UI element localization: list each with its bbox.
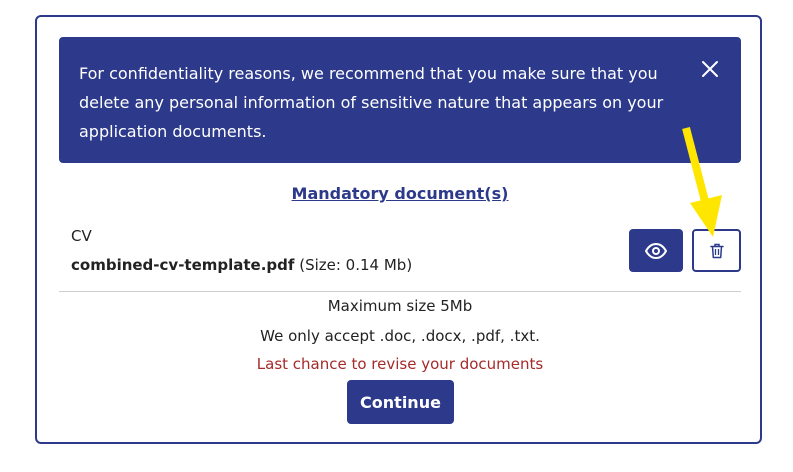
trash-icon (709, 243, 724, 258)
document-size: (Size: 0.14 Mb) (299, 256, 413, 274)
document-divider (59, 291, 741, 292)
view-document-button[interactable] (629, 229, 683, 272)
document-file-info: combined-cv-template.pdf (Size: 0.14 Mb) (71, 256, 412, 274)
confidentiality-notice: For confidentiality reasons, we recommen… (59, 37, 741, 163)
document-filename: combined-cv-template.pdf (71, 256, 295, 274)
notice-text: For confidentiality reasons, we recommen… (79, 64, 664, 141)
document-type-label: CV (71, 227, 92, 245)
close-notice-button[interactable] (700, 59, 720, 79)
continue-button[interactable]: Continue (347, 380, 454, 424)
accepted-formats-text: We only accept .doc, .docx, .pdf, .txt. (260, 327, 540, 345)
max-size-text: Maximum size 5Mb (327, 297, 473, 315)
eye-icon (645, 242, 667, 259)
close-icon (702, 61, 718, 77)
annotation-arrow (682, 126, 722, 237)
revision-warning-text: Last chance to revise your documents (256, 355, 544, 373)
mandatory-documents-heading[interactable]: Mandatory document(s) (59, 184, 741, 203)
